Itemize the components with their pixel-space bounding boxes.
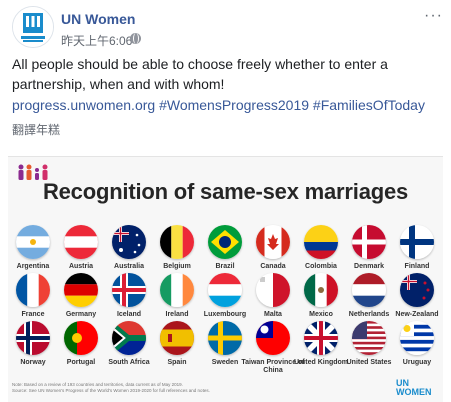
flag-uruguay-icon [400,321,434,355]
flag-denmark-icon [352,225,386,259]
flag-new-zealand-icon [400,273,434,307]
flag-iceland-icon [112,273,146,307]
flag-mexico-icon [304,273,338,307]
un-women-logo-icon [13,7,53,47]
flag-finland-icon [400,225,434,259]
flag-germany-icon [64,273,98,307]
flag-colombia-icon [304,225,338,259]
source-line: Source: See UN Women's Progress of the W… [12,388,210,393]
facebook-post: UN Women 昨天上午6:06 ··· All people should … [0,0,451,402]
post-timestamp[interactable]: 昨天上午6:06 [61,32,132,49]
infographic-note: Note: Based on a review of 193 countries… [12,382,312,394]
flag-belgium-icon [160,225,194,259]
flag-united-states-icon [352,321,386,355]
un-women-wordmark: UN WOMEN [396,378,432,397]
flag-spain-icon [160,321,194,355]
flag-sweden-icon [208,321,242,355]
translate-link[interactable]: 翻譯年糕 [12,121,60,138]
infographic-title: Recognition of same-sex marriages [42,179,409,204]
post-body-text: All people should be able to choose free… [12,56,388,92]
flag-brazil-icon [208,225,242,259]
hashtag-families-of-today[interactable]: #FamiliesOfToday [313,97,425,113]
flag-malta-icon [256,273,290,307]
country-label: New-Zealand [395,311,439,318]
flag-south-africa-icon [112,321,146,355]
flag-austria-icon [64,225,98,259]
flag-australia-icon [112,225,146,259]
flag-netherlands-icon [352,273,386,307]
country-label: Uruguay [402,359,432,366]
country-label: Finland [404,263,430,270]
flag-norway-icon [16,321,50,355]
more-options-button[interactable]: ··· [424,7,443,25]
post-links: progress.unwomen.org #WomensProgress2019… [12,97,425,113]
flag-france-icon [16,273,50,307]
flag-portugal-icon [64,321,98,355]
infographic-image[interactable]: Recognition of same-sex marriages Argent… [8,156,443,402]
flag-ireland-icon [160,273,194,307]
page-name-link[interactable]: UN Women [61,11,135,27]
flag-luxembourg-icon [208,273,242,307]
page-avatar[interactable] [12,6,54,48]
flag-canada-icon [256,225,290,259]
hashtag-womens-progress[interactable]: #WomensProgress2019 [159,97,309,113]
flag-united-kingdom-icon [304,321,338,355]
flag-taiwan-icon [256,321,290,355]
flag-argentina-icon [16,225,50,259]
public-globe-icon [130,33,141,44]
website-link[interactable]: progress.unwomen.org [12,97,155,113]
